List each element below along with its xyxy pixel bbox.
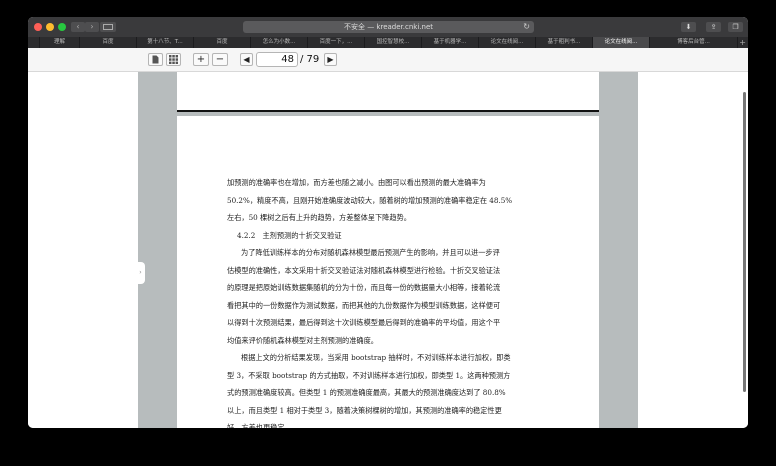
zoom-in-button[interactable]: + xyxy=(193,53,209,66)
tab[interactable]: 基于机器学... xyxy=(422,37,479,48)
chevron-left-icon: ‹ xyxy=(76,22,80,31)
reader-toolbar: + − ◀ 48 / 79 ▶ xyxy=(28,48,748,72)
text-line: 看把其中的一份数据作为测试数据，而把其他的九份数据作为模型训练数据，这样便可 xyxy=(227,300,501,310)
page-total: / 79 xyxy=(300,54,320,65)
text-line: 以上，而且类型 1 相对于类型 3，随着决策树棵树的增加，其预测的准确率的稳定性… xyxy=(227,405,502,415)
tab[interactable]: 第十八节、T... xyxy=(137,37,194,48)
reload-icon[interactable]: ↻ xyxy=(523,21,530,33)
tab[interactable]: 博客后台管... xyxy=(650,37,738,48)
zoom-window-button[interactable] xyxy=(58,23,66,31)
address-bar[interactable]: 不安全 — kreader.cnki.net ↻ xyxy=(243,21,534,33)
previous-page-button[interactable]: ◀ xyxy=(240,53,253,66)
text-line: 根据上文的分析结果发现，当采用 bootstrap 抽样时，不对训练样本进行加权… xyxy=(241,353,511,362)
current-page: 加预测的准确率也在增加，而方差也随之减小。由图可以看出预测的最大准确率为 50.2… xyxy=(177,116,599,428)
download-icon: ⬇ xyxy=(685,23,692,31)
previous-page xyxy=(177,72,599,110)
share-button[interactable]: ⇪ xyxy=(706,22,721,32)
tab[interactable]: 论文在线阅... xyxy=(479,37,536,48)
text-line: 好，方差也更稳定。 xyxy=(227,423,292,428)
text-line: 加预测的准确率也在增加，而方差也随之减小。由图可以看出预测的最大准确率为 xyxy=(227,178,486,187)
chevron-right-icon: › xyxy=(139,269,142,276)
grid-icon xyxy=(169,55,178,64)
browser-window: ‹ › 不安全 — kreader.cnki.net ↻ ⬇ ⇪ ❐ 理解 百度… xyxy=(28,17,748,428)
sidebar-toggle-button[interactable] xyxy=(100,22,116,32)
thumbnail-view-button[interactable] xyxy=(166,53,181,66)
tab[interactable]: 怎么为小数... xyxy=(251,37,308,48)
text-line: 左右，50 棵树之后有上升的趋势，方差整体呈下降趋势。 xyxy=(227,213,411,222)
tab-bar: 理解 百度 第十八节、T... 百度 怎么为小数... 百度一下，... 国控智… xyxy=(28,37,748,48)
forward-button[interactable]: › xyxy=(85,22,99,32)
tab[interactable]: 百度一下，... xyxy=(308,37,365,48)
text-line: 型 3，不采取 bootstrap 的方式抽取，不对训练样本进行加权，即类型 1… xyxy=(227,370,511,380)
tab[interactable]: 理解 xyxy=(40,37,80,48)
text-line: 50.2%，精度不高，且刚开始准确度波动较大，随着树的增加预测的准确率稳定在 4… xyxy=(227,195,513,205)
address-text: 不安全 — kreader.cnki.net xyxy=(343,23,434,31)
scrollbar[interactable] xyxy=(743,92,746,392)
download-button[interactable]: ⬇ xyxy=(681,22,696,32)
tab-active[interactable]: 论文在线阅... xyxy=(593,37,650,48)
tabs-icon: ❐ xyxy=(732,23,739,31)
text-line: 均值来评价随机森林模型对主剂预测的准确度。 xyxy=(227,335,378,345)
close-window-button[interactable] xyxy=(34,23,42,31)
sidebar-expand-tab[interactable]: › xyxy=(136,262,145,284)
single-page-view-button[interactable] xyxy=(148,53,163,66)
text-line: 估模型的准确性，本文采用十折交叉验证法对随机森林模型进行检验。十折交叉验证法 xyxy=(227,265,501,275)
new-tab-icon[interactable]: + xyxy=(739,37,746,48)
tab[interactable]: 百度 xyxy=(194,37,251,48)
page-divider xyxy=(177,110,599,112)
tab-overview-button[interactable]: ❐ xyxy=(728,22,743,32)
document-text: 加预测的准确率也在增加，而方差也随之减小。由图可以看出预测的最大准确率为 50.2… xyxy=(227,174,552,428)
text-line: 的原理是把原始训练数据集随机的分为十份，而且每一份的数据量大小相等，接着轮流 xyxy=(227,283,501,292)
minimize-window-button[interactable] xyxy=(46,23,54,31)
next-page-button[interactable]: ▶ xyxy=(324,53,337,66)
document-viewer[interactable]: 加预测的准确率也在增加，而方差也随之减小。由图可以看出预测的最大准确率为 50.2… xyxy=(28,72,748,428)
text-line: 为了降低训练样本的分布对随机森林模型最后预测产生的影响，并且可以进一步评 xyxy=(241,248,500,257)
tab[interactable]: 基于粗判书... xyxy=(536,37,593,48)
triangle-left-icon: ◀ xyxy=(243,55,250,64)
tab[interactable] xyxy=(28,37,40,48)
title-bar: ‹ › 不安全 — kreader.cnki.net ↻ ⬇ ⇪ ❐ xyxy=(28,17,748,37)
sidebar-icon xyxy=(103,24,113,30)
text-line: 式的预测准确度较高。但类型 1 的预测准确度最高，其最大的预测准确度达到了 80… xyxy=(227,388,506,397)
back-button[interactable]: ‹ xyxy=(71,22,85,32)
minus-icon: − xyxy=(215,54,225,65)
page-icon xyxy=(152,55,159,64)
text-line: 以得到十次预测结果，最后得到这十次训练模型最后得到的准确率的平均值，用这个平 xyxy=(227,318,501,327)
plus-icon: + xyxy=(196,54,206,65)
tab[interactable]: 国控智慧校... xyxy=(365,37,422,48)
chevron-right-icon: › xyxy=(90,22,94,31)
page-number-input[interactable]: 48 xyxy=(256,52,298,67)
text-line: 4.2.2 主剂预测的十折交叉验证 xyxy=(237,230,342,240)
tab[interactable]: 百度 xyxy=(80,37,137,48)
triangle-right-icon: ▶ xyxy=(327,55,334,64)
zoom-out-button[interactable]: − xyxy=(212,53,228,66)
share-icon: ⇪ xyxy=(710,23,717,31)
